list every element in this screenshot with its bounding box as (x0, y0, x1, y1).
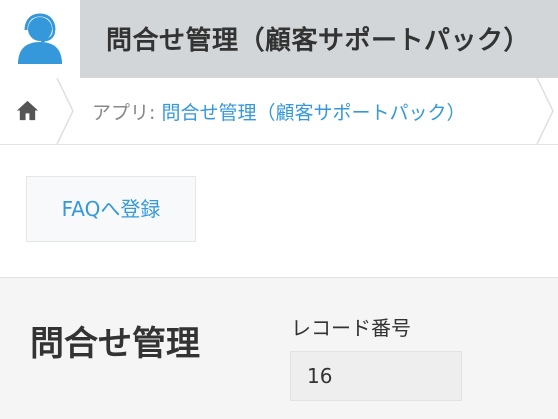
toolbar: FAQへ登録 (0, 145, 558, 278)
customer-support-icon (18, 13, 62, 64)
breadcrumb-prefix: アプリ: (92, 102, 162, 124)
breadcrumb-separator (536, 77, 554, 145)
record-number-value: 16 (290, 351, 462, 401)
app-header: 問合せ管理（顧客サポートパック） (0, 0, 558, 78)
breadcrumb-app-item: アプリ: 問合せ管理（顧客サポートパック） (92, 98, 465, 125)
app-icon[interactable] (0, 0, 80, 78)
home-link[interactable] (0, 78, 56, 144)
record-area: 問合せ管理 レコード番号 16 (0, 278, 558, 419)
record-number-label: レコード番号 (291, 316, 411, 340)
breadcrumb-separator (56, 77, 74, 145)
app-title-bar: 問合せ管理（顧客サポートパック） (80, 0, 558, 78)
app-title: 問合せ管理（顧客サポートパック） (106, 26, 531, 56)
breadcrumb-app-link[interactable]: 問合せ管理（顧客サポートパック） (161, 102, 465, 124)
register-faq-button[interactable]: FAQへ登録 (26, 176, 196, 242)
form-title: 問合せ管理 (30, 324, 200, 364)
breadcrumb: アプリ: 問合せ管理（顧客サポートパック） (0, 77, 558, 145)
home-icon (16, 100, 39, 121)
